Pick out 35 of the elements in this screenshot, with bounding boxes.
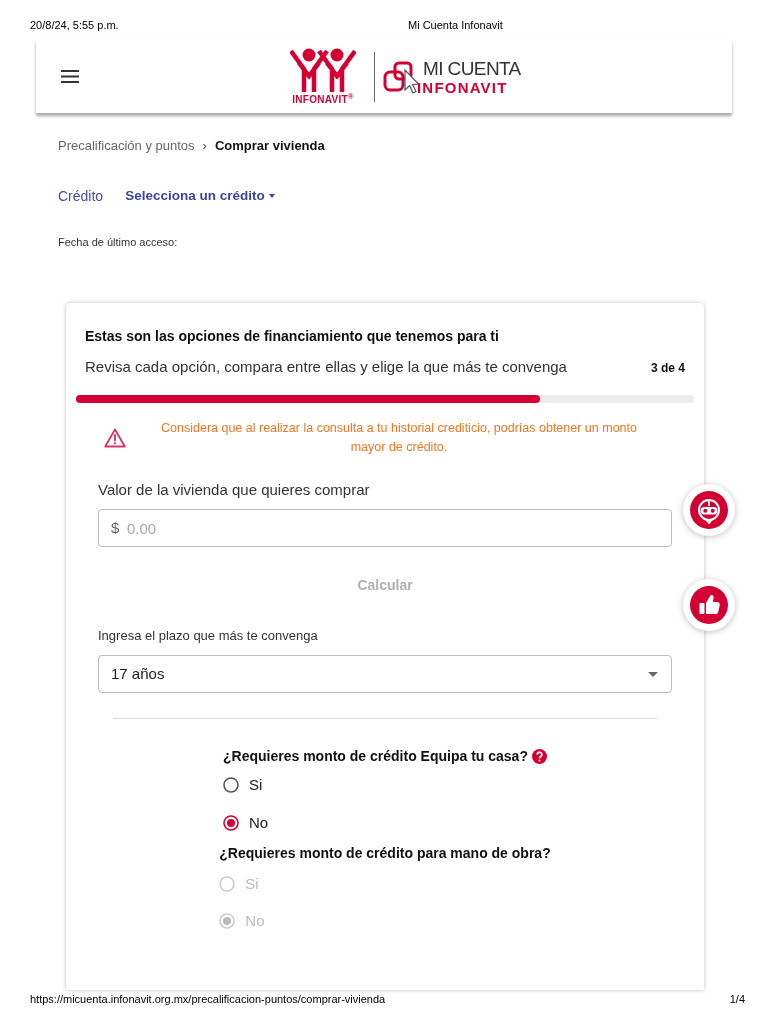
last-access-label: Fecha de último acceso: xyxy=(58,236,178,249)
step-counter: 3 de 4 xyxy=(650,361,685,376)
term-select[interactable]: 17 años xyxy=(98,655,672,693)
breadcrumb-link[interactable]: Precalificación y puntos xyxy=(58,136,195,156)
robot-face-icon xyxy=(690,491,728,529)
field-label: Valor de la vivienda que quieres comprar xyxy=(98,480,370,499)
credit-dropdown[interactable]: Selecciona un crédito xyxy=(125,185,275,207)
radio-option[interactable]: Si xyxy=(223,775,263,795)
logo-wordmark: INFONAVIT$^{®}$ xyxy=(292,94,354,105)
question-text: ¿Requieres monto de crédito Equipa tu casa? xyxy=(223,747,528,765)
breadcrumb-separator: › xyxy=(202,137,207,156)
card-title: Estas son las opciones de financiamiento que tenemos para ti xyxy=(85,327,499,345)
credit-label: Crédito xyxy=(58,186,104,206)
card-subtitle: Revisa cada opción, compara entre ellas y elige la que más te convenga xyxy=(85,357,567,376)
print-date: 20/8/24, 5:55 p.m. xyxy=(30,19,119,32)
field-label: Ingresa el plazo que más te convenga xyxy=(98,628,318,644)
menu-icon xyxy=(61,70,79,83)
people-logo-icon xyxy=(290,48,356,92)
floating-button[interactable] xyxy=(683,484,735,536)
question-text: ¿Requieres monto de crédito para mano de obra? xyxy=(219,844,551,862)
menu-button[interactable] xyxy=(61,69,79,84)
brand-subtitle: INFONAVIT xyxy=(417,78,508,96)
page-url: https://micuenta.infonavit.org.mx/precalificacion-puntos/comprar-vivienda xyxy=(30,993,386,1006)
caret-icon xyxy=(268,194,275,198)
notice-text: Considera que al realizar la consulta a tu historial crediticio, podrías obtener un monto mayor de crédito. xyxy=(160,420,638,456)
page-number: 1/4 xyxy=(729,993,745,1006)
warning-icon xyxy=(104,428,126,448)
floating-button[interactable] xyxy=(683,579,735,631)
brand-title: MI CUENTA xyxy=(423,57,521,79)
currency-symbol: $ xyxy=(111,518,120,537)
thumbs-up-icon xyxy=(690,586,728,624)
dropdown-caret-icon xyxy=(648,671,658,677)
page-title: Mi Cuenta Infonavit xyxy=(408,19,503,32)
radio-option[interactable]: No xyxy=(223,813,269,833)
breadcrumb-current: Comprar vivienda xyxy=(214,137,325,156)
